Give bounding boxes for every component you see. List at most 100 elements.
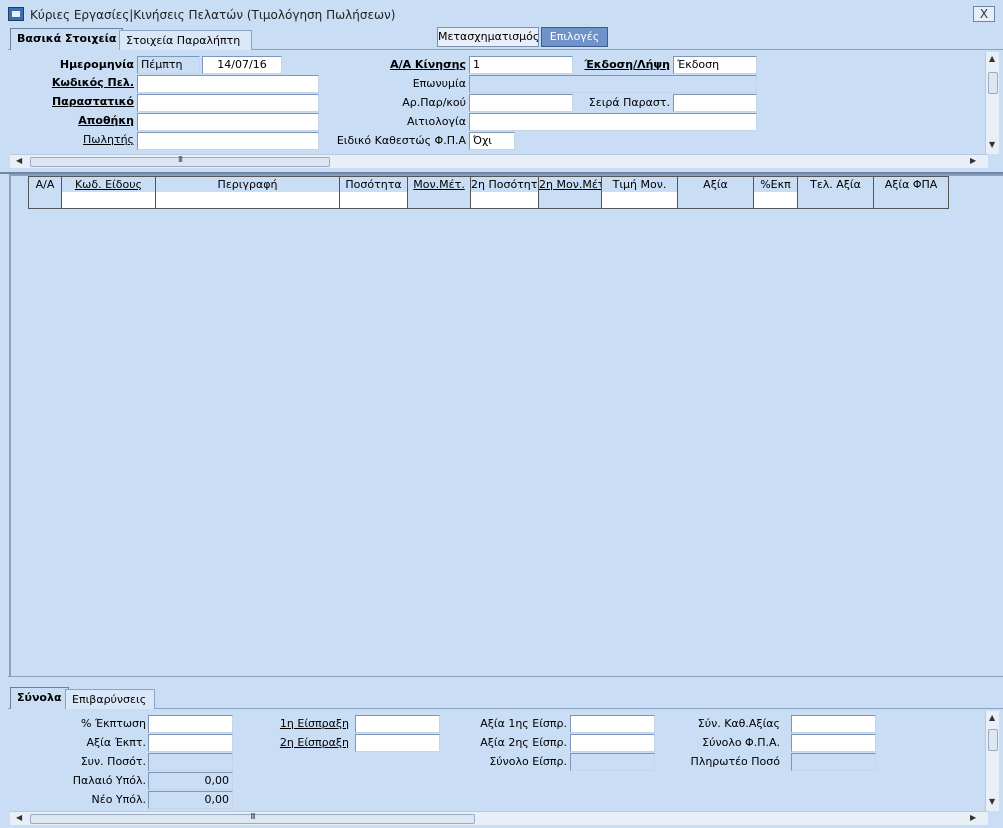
- discount-value-field[interactable]: [148, 734, 233, 752]
- collection1-field[interactable]: [355, 715, 440, 733]
- seller-label[interactable]: Πωλητής: [40, 132, 134, 148]
- doc-series-field[interactable]: [673, 94, 757, 112]
- new-balance-field: 0,00: [148, 791, 233, 809]
- totals-vertical-scrollbar[interactable]: ▲ ▼: [985, 711, 999, 811]
- scroll-thumb[interactable]: [988, 72, 998, 94]
- company-name-label: Επωνυμία: [412, 77, 466, 90]
- col-header-value[interactable]: Αξία: [677, 176, 754, 193]
- day-field: Πέμπτη: [137, 56, 200, 74]
- scroll-thumb[interactable]: [30, 814, 475, 824]
- col-header-unit[interactable]: Μον.Μέτ.: [407, 176, 471, 193]
- old-balance-field: 0,00: [148, 772, 233, 790]
- issue-receipt-field[interactable]: Έκδοση: [673, 56, 757, 74]
- col-header-quantity2[interactable]: 2η Ποσότητα: [470, 176, 539, 193]
- row-cell-description[interactable]: [155, 192, 340, 209]
- collection1-amount-field[interactable]: [570, 715, 655, 733]
- scroll-thumb[interactable]: [30, 157, 330, 167]
- row-cell-discount-pct[interactable]: [753, 192, 798, 209]
- document-label[interactable]: Παραστατικό: [40, 94, 134, 110]
- col-header-vat-value[interactable]: Αξία ΦΠΑ: [873, 176, 949, 193]
- scroll-left-icon[interactable]: ◀: [16, 156, 22, 165]
- app-icon: [8, 7, 24, 21]
- vat-total-field[interactable]: [791, 734, 876, 752]
- col-header-final-value[interactable]: Τελ. Αξία: [797, 176, 874, 193]
- doc-series-label: Σειρά Παραστ.: [588, 96, 670, 109]
- new-balance-label: Νέο Υπόλ.: [91, 793, 146, 806]
- seller-field[interactable]: [137, 132, 319, 150]
- collections-total-label: Σύνολο Είσπρ.: [489, 755, 567, 768]
- tab-totals[interactable]: Σύνολα: [10, 687, 69, 709]
- discount-value-label: Αξία Έκπτ.: [86, 736, 146, 749]
- customer-code-field[interactable]: [137, 75, 319, 93]
- window-title: Κύριες Εργασίες|Κινήσεις Πελατών (Τιμολό…: [30, 8, 396, 22]
- close-button[interactable]: X: [973, 6, 995, 22]
- scroll-right-icon[interactable]: ▶: [970, 156, 976, 165]
- row-cell-unit[interactable]: [407, 192, 471, 209]
- row-cell-quantity[interactable]: [339, 192, 408, 209]
- tab-strip-line: [8, 708, 1003, 709]
- row-cell-final-value[interactable]: [797, 192, 874, 209]
- col-header-unit2[interactable]: 2η Μον.Μέτ.: [538, 176, 602, 193]
- collection2-label[interactable]: 2η Είσπραξη: [250, 735, 349, 751]
- col-header-aa[interactable]: Α/Α: [28, 176, 62, 193]
- col-header-unit-price[interactable]: Τιμή Μον.: [601, 176, 678, 193]
- totals-horizontal-scrollbar[interactable]: ◀ ▶: [10, 811, 988, 825]
- doc-number-label: Αρ.Παρ/κού: [402, 96, 466, 109]
- lines-grid-area: [9, 174, 1003, 676]
- collections-total-field: [570, 753, 655, 771]
- doc-number-field[interactable]: [469, 94, 573, 112]
- scroll-up-icon[interactable]: ▲: [989, 713, 995, 722]
- header-horizontal-scrollbar[interactable]: ◀ ▶: [10, 154, 988, 168]
- col-header-item-code[interactable]: Κωδ. Είδους: [61, 176, 156, 193]
- section-divider: [8, 676, 1003, 677]
- total-qty-label: Συν. Ποσότ.: [80, 755, 146, 768]
- row-cell-quantity2[interactable]: [470, 192, 539, 209]
- discount-pct-label: % Έκπτωση: [80, 717, 146, 730]
- customer-code-label[interactable]: Κωδικός Πελ.: [40, 75, 134, 91]
- discount-pct-field[interactable]: [148, 715, 233, 733]
- vat-total-label: Σύνολο Φ.Π.Α.: [702, 736, 780, 749]
- scroll-up-icon[interactable]: ▲: [989, 54, 995, 63]
- collection1-amount-label: Αξία 1ης Είσπρ.: [480, 717, 567, 730]
- movement-no-label[interactable]: Α/Α Κίνησης: [340, 57, 466, 73]
- row-cell-item-code[interactable]: [61, 192, 156, 209]
- reason-field[interactable]: [469, 113, 757, 131]
- scroll-down-icon[interactable]: ▼: [989, 797, 995, 806]
- warehouse-field[interactable]: [137, 113, 319, 131]
- options-button[interactable]: Επιλογές: [541, 27, 608, 47]
- section-divider: [0, 172, 1003, 174]
- date-field[interactable]: 14/07/16: [202, 56, 282, 74]
- tab-charges[interactable]: Επιβαρύνσεις: [65, 689, 155, 709]
- col-header-description[interactable]: Περιγραφή: [155, 176, 340, 193]
- collection2-field[interactable]: [355, 734, 440, 752]
- row-cell-aa[interactable]: [28, 192, 62, 209]
- scroll-thumb[interactable]: [988, 729, 998, 751]
- col-header-discount-pct[interactable]: %Εκπ: [753, 176, 798, 193]
- collection2-amount-label: Αξία 2ης Είσπρ.: [480, 736, 567, 749]
- vat-status-field[interactable]: Όχι: [469, 132, 515, 150]
- warehouse-label[interactable]: Αποθήκη: [40, 113, 134, 129]
- document-field[interactable]: [137, 94, 319, 112]
- net-total-field[interactable]: [791, 715, 876, 733]
- scroll-right-icon[interactable]: ▶: [970, 813, 976, 822]
- old-balance-label: Παλαιό Υπόλ.: [72, 774, 146, 787]
- tab-basic-info[interactable]: Βασικά Στοιχεία: [10, 28, 124, 50]
- net-total-label: Σύν. Καθ.Αξίας: [697, 717, 780, 730]
- row-cell-vat-value[interactable]: [873, 192, 949, 209]
- movement-no-field[interactable]: 1: [469, 56, 573, 74]
- collection2-amount-field[interactable]: [570, 734, 655, 752]
- header-vertical-scrollbar[interactable]: ▲ ▼: [985, 52, 999, 154]
- collection1-label[interactable]: 1η Είσπραξη: [250, 716, 349, 732]
- scroll-left-icon[interactable]: ◀: [16, 813, 22, 822]
- reason-label: Αιτιολογία: [406, 115, 466, 128]
- transform-button[interactable]: Μετασχηματισμός: [437, 27, 539, 47]
- row-cell-value[interactable]: [677, 192, 754, 209]
- issue-receipt-label[interactable]: Έκδοση/Λήψη: [575, 57, 670, 73]
- tab-receiver-info[interactable]: Στοιχεία Παραλήπτη: [119, 30, 252, 50]
- company-name-field: [469, 75, 757, 93]
- row-cell-unit2[interactable]: [538, 192, 602, 209]
- date-label: Ημερομηνία: [59, 58, 134, 71]
- row-cell-unit-price[interactable]: [601, 192, 678, 209]
- scroll-down-icon[interactable]: ▼: [989, 140, 995, 149]
- col-header-quantity[interactable]: Ποσότητα: [339, 176, 408, 193]
